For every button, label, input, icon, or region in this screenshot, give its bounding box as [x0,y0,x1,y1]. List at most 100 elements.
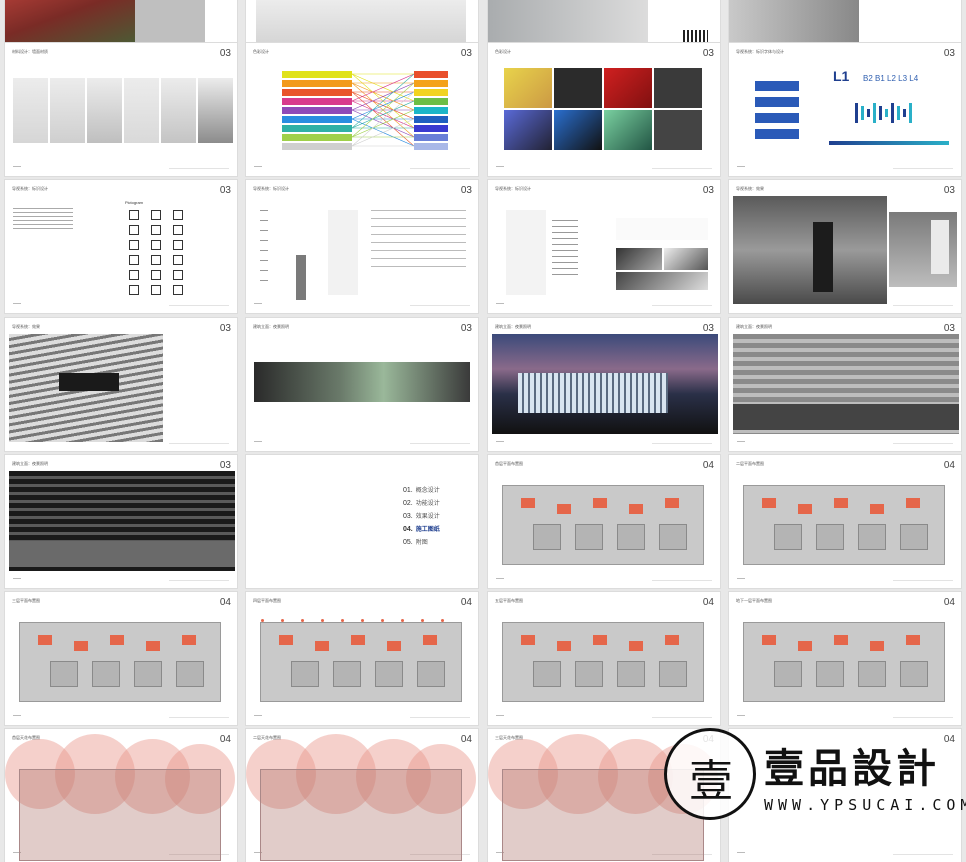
slide-thumbnail[interactable]: 03 导视系统：效果 [729,180,961,313]
plan-zone [665,498,679,508]
sign-pole [506,210,546,295]
pictogram-icon [129,255,139,265]
plan-room [774,661,802,687]
pictogram-icon [151,285,161,295]
slide-footer-mark [737,852,745,856]
sign-totem [931,220,949,274]
hanging-sign [59,373,119,391]
slide-thumbnail[interactable]: 04 地下一层平面布置图 [729,592,961,725]
plan-zone [315,641,329,651]
slide-title: 五层平面布置图 [495,598,523,603]
plan-zone [351,635,365,645]
plan-zone [870,641,884,651]
text-line [552,256,578,257]
menu-item[interactable]: 01. 概念设计 [403,485,440,494]
pictogram-icon [173,240,183,250]
slide-thumbnail[interactable]: 03 导视系统：效果 [5,318,237,451]
mood-photo [604,110,652,150]
slide-number: 04 [943,597,955,608]
mood-photo [654,110,702,150]
plan-room [50,661,78,687]
slide-thumbnail[interactable]: 04 四层平面布置图 [246,592,478,725]
watermark-glyph: 壹 [689,756,733,807]
text-line [371,258,466,259]
plan-room [92,661,120,687]
slide-thumbnail[interactable]: 04 首层平面布置图 [488,455,720,588]
plan-marker [261,619,264,622]
sign-sample [755,81,799,91]
slide-number: 03 [460,48,472,59]
pictogram-icon [151,255,161,265]
material-photo [616,248,662,270]
menu-number: 03. [403,513,413,520]
slide-thumbnail[interactable]: 03 色彩设计 [488,43,720,176]
slide-thumbnail[interactable]: 03 建筑立面：夜景照明 [729,318,961,451]
dimension-mark [260,280,268,281]
slide-number: 03 [943,48,955,59]
slide-thumbnail[interactable]: 03 导视系统：标识设计 [488,180,720,313]
slide-thumbnail[interactable]: 04 五层平面布置图 [488,592,720,725]
slide-title: 建筑立面：夜景照明 [736,324,772,329]
slide-footer-line [893,443,953,444]
pictogram-icon [173,255,183,265]
slide-footer-mark [254,441,262,445]
color-bar [282,98,352,105]
plan-zone [593,498,607,508]
material-swatch [50,78,85,143]
slide-title: 材料设计：墙面材质 [12,49,48,54]
watermark: 壹 壹品設計 WWW.YPSUCAI.COM [660,724,966,834]
slide-footer-mark [254,303,262,307]
slide-number: 03 [943,323,955,334]
slide-footer-line [893,580,953,581]
slide-title: 导视系统：标识字体与设计 [736,49,784,54]
material-swatch [124,78,159,143]
dimension-mark [260,250,268,251]
text-line [371,266,466,267]
menu-item[interactable]: 04. 施工图纸 [403,524,440,533]
text-line [552,238,578,239]
menu-item[interactable]: 02. 功能设计 [403,498,440,507]
slide-thumbnail[interactable]: 04 二层平面布置图 [729,455,961,588]
pictogram-icon [151,240,161,250]
menu-number: 01. [403,487,413,494]
slide-thumbnail[interactable]: 03 导视系统：标识字体与设计 L1 B2 B1 L2 L3 L4 [729,43,961,176]
menu-item[interactable]: 03. 效果设计 [403,511,440,520]
slide-thumbnail[interactable]: 03 导视系统：标识设计 [246,180,478,313]
slide-number: 03 [702,185,714,196]
plan-zone [110,635,124,645]
material-swatch [13,78,48,143]
slide-thumbnail[interactable]: 04 首层天花布置图 [5,729,237,862]
color-mapping-lines [352,73,414,147]
floor-plan [502,622,704,702]
slide-title: 导视系统：标识设计 [495,186,531,191]
color-chip [414,134,448,141]
slide-thumbnail[interactable]: 01. 概念设计 02. 功能设计 03. 效果设计 04. 施工图纸 05. 附图 [246,455,478,588]
slide-thumbnail[interactable]: 03 建筑立面：夜景照明 [488,318,720,451]
slide-footer-line [652,305,712,306]
menu-number: 04. [403,526,413,533]
slide-title: 色彩设计 [495,49,511,54]
text-line [552,232,578,233]
slide-thumbnail[interactable]: 03 导视系统：标识设计 Pictogram [5,180,237,313]
menu-label: 概念设计 [415,488,440,494]
slide-number: 04 [219,734,231,745]
slide-thumbnail[interactable]: 03 建筑立面：夜景照明 [5,455,237,588]
plan-room [659,524,687,550]
slide-title: 二层平面布置图 [736,461,764,466]
slide-thumbnail[interactable]: 03 材料设计：墙面材质 [5,43,237,176]
slide-footer-mark [13,166,21,170]
menu-item[interactable]: 05. 附图 [403,537,428,546]
text-line [552,274,578,275]
text-line [371,250,466,251]
slide-thumbnail[interactable]: 03 色彩设计 [246,43,478,176]
plan-zone [870,504,884,514]
slide-title: 建筑立面：夜景照明 [253,324,289,329]
slide-thumbnail[interactable]: 03 建筑立面：夜景照明 [246,318,478,451]
plan-room [533,524,561,550]
slide-thumbnail[interactable]: 04 三层平面布置图 [5,592,237,725]
sign-sample [755,113,799,123]
slide-thumbnail[interactable]: 04 二层天花布置图 [246,729,478,862]
slide-title: 色彩设计 [253,49,269,54]
slide-footer-line [169,168,229,169]
plan-zone [798,641,812,651]
